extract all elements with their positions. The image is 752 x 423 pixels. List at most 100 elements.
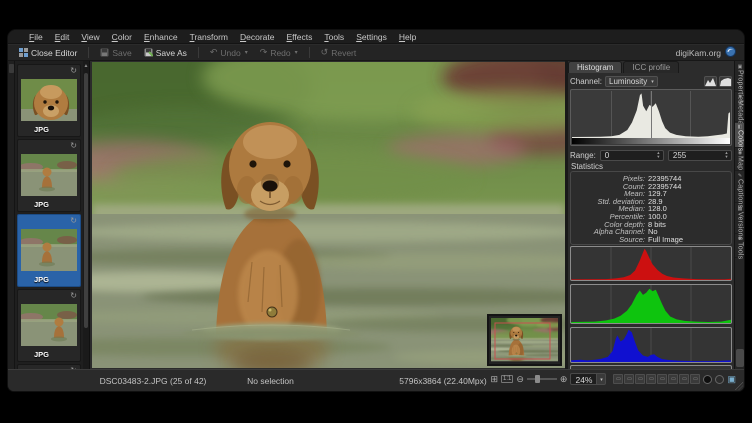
channel-label: Channel: <box>570 77 602 86</box>
sidebar-tab-metadata[interactable]: ✦Metadata <box>735 93 744 122</box>
save-as-icon <box>144 48 153 57</box>
sidebar-tab-tools[interactable]: ✱Tools <box>735 235 744 258</box>
left-sidebar-toggle[interactable] <box>9 64 14 73</box>
revert-button[interactable]: ↺ Revert <box>318 47 360 59</box>
status-tool-buttons: ▭▭▭▭▭▭▭▭ <box>613 374 700 384</box>
status-tool-button[interactable]: ▭ <box>679 374 689 384</box>
range-min-spinbox[interactable]: 0 ▲▼ <box>600 150 664 161</box>
tab-histogram[interactable]: Histogram <box>568 61 622 73</box>
thumbnail-scrollbar[interactable]: ▲ <box>83 61 89 369</box>
left-sidebar-strip[interactable] <box>8 61 15 369</box>
colors-side-panel: Histogram ICC profile Channel: Luminosit… <box>568 61 734 369</box>
rotate-icon: ↻ <box>70 141 77 150</box>
status-tool-button[interactable]: ▭ <box>624 374 634 384</box>
toolbar-separator <box>198 47 199 58</box>
menu-edit[interactable]: Edit <box>50 31 75 43</box>
sidebar-tab-properties[interactable]: ▣Properties <box>735 63 744 92</box>
spinner-arrows-icon[interactable]: ▲▼ <box>655 151 662 160</box>
right-sidebar-tabs: ▣Properties✦Metadata◧Colors◉Map✎Captions… <box>734 61 744 369</box>
scroll-up-arrow-icon[interactable]: ▲ <box>83 62 89 70</box>
status-tool-button[interactable]: ▭ <box>690 374 700 384</box>
sidebar-grip[interactable] <box>736 349 744 367</box>
thumbnail-item[interactable]: ↻JPG <box>17 64 81 137</box>
range-min-value: 0 <box>605 151 609 160</box>
histogram-luminosity[interactable] <box>570 89 732 146</box>
histogram-blue <box>570 327 732 363</box>
histogram-green <box>570 284 732 324</box>
histogram-red <box>570 246 732 281</box>
close-editor-button[interactable]: Close Editor <box>16 47 80 59</box>
digikam-brand: digiKam.org <box>676 46 736 59</box>
menu-settings[interactable]: Settings <box>351 31 392 43</box>
thumbnail-image <box>21 304 77 346</box>
undo-dropdown-arrow[interactable]: ▾ <box>245 49 248 56</box>
status-tool-button[interactable]: ▭ <box>635 374 645 384</box>
thumbnail-image <box>21 154 77 196</box>
sidebar-tab-captions[interactable]: ✎Captions <box>735 172 744 203</box>
zoom-100-button[interactable]: 1:1 <box>501 375 513 383</box>
statistics-row: Source:Full Image <box>571 236 727 244</box>
status-tool-button[interactable]: ▭ <box>657 374 667 384</box>
range-label: Range: <box>570 151 596 160</box>
thumbnail-item[interactable]: ↻JPG <box>17 139 81 212</box>
menu-decorate[interactable]: Decorate <box>235 31 280 43</box>
tone-gradient-bar <box>572 138 730 144</box>
redo-dropdown-arrow[interactable]: ▾ <box>295 49 298 56</box>
status-tool-button[interactable]: ▭ <box>668 374 678 384</box>
channel-dropdown[interactable]: Luminosity ▾ <box>605 76 658 87</box>
scrollbar-handle[interactable] <box>84 73 88 328</box>
statistics-title: Statistics <box>571 162 603 171</box>
menu-help[interactable]: Help <box>394 31 421 43</box>
zoom-slider[interactable] <box>527 378 557 380</box>
zoom-in-icon[interactable]: ⊕ <box>560 374 568 384</box>
zoom-out-icon[interactable]: ⊖ <box>516 374 524 384</box>
format-badge: JPG <box>34 275 49 284</box>
thumbnail-item[interactable]: ↻JPG <box>17 289 81 362</box>
spinner-arrows-icon[interactable]: ▲▼ <box>723 151 730 160</box>
rotate-icon: ↻ <box>70 291 77 300</box>
range-max-spinbox[interactable]: 255 ▲▼ <box>668 150 732 161</box>
menu-color[interactable]: Color <box>107 31 137 43</box>
desktop: FileEditViewColorEnhanceTransformDecorat… <box>0 0 752 423</box>
linear-scale-button[interactable] <box>704 76 717 87</box>
under-exposure-indicator-button[interactable] <box>703 375 712 384</box>
sidebar-tab-versions[interactable]: ▦Versions <box>735 205 744 234</box>
close-editor-label: Close Editor <box>31 48 77 58</box>
tab-icc-profile[interactable]: ICC profile <box>623 61 679 73</box>
sidebar-tab-colors[interactable]: ◧Colors <box>735 123 744 148</box>
statistics-box: Pixels:22395744Count:22395744Mean:129.7S… <box>570 171 732 245</box>
thumbnail-bar: ↻JPG↻JPG↻JPG↻JPG↻ ▲ <box>15 61 90 369</box>
image-canvas[interactable] <box>92 62 565 368</box>
zoom-percent-combo[interactable]: 24% ▾ <box>570 373 606 385</box>
sidebar-tab-label: Captions <box>737 179 744 208</box>
sidebar-tab-map[interactable]: ◉Map <box>735 149 744 171</box>
thumbnail-item[interactable]: ↻JPG <box>17 214 81 287</box>
status-tool-button[interactable]: ▭ <box>613 374 623 384</box>
save-as-button[interactable]: Save As <box>141 47 190 59</box>
window-resize-grip[interactable] <box>735 382 743 390</box>
redo-button[interactable]: ↷ Redo ▾ <box>257 47 301 59</box>
digikam-brand-label: digiKam.org <box>676 48 721 58</box>
menu-file[interactable]: File <box>24 31 48 43</box>
status-tool-button[interactable]: ▭ <box>646 374 656 384</box>
chevron-down-icon[interactable]: ▾ <box>597 373 606 385</box>
undo-button[interactable]: ↶ Undo ▾ <box>207 47 251 59</box>
menu-effects[interactable]: Effects <box>282 31 318 43</box>
menu-enhance[interactable]: Enhance <box>139 31 183 43</box>
menu-tools[interactable]: Tools <box>319 31 349 43</box>
selection-status: No selection <box>218 376 323 386</box>
status-bar: DSC03483-2.JPG (25 of 42) No selection 5… <box>8 369 744 391</box>
histogram-cursor[interactable] <box>651 91 652 138</box>
menu-view[interactable]: View <box>76 31 104 43</box>
log-scale-button[interactable] <box>719 76 732 87</box>
rotate-icon: ↻ <box>70 66 77 75</box>
menu-transform[interactable]: Transform <box>185 31 233 43</box>
pan-overview[interactable] <box>477 314 565 365</box>
save-button[interactable]: Save <box>97 47 134 59</box>
over-exposure-indicator-button[interactable] <box>715 375 724 384</box>
save-as-label: Save As <box>156 48 187 58</box>
channel-value: Luminosity <box>609 77 647 86</box>
zoom-slider-knob[interactable] <box>535 375 540 383</box>
photo-dog-in-water <box>92 62 565 368</box>
fit-to-window-icon[interactable]: ⊞ <box>490 374 498 384</box>
